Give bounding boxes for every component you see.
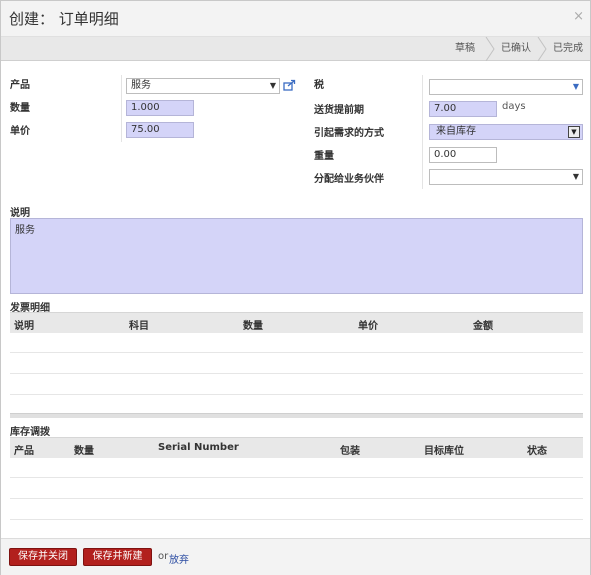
save-close-button[interactable]: 保存并关闭 (9, 548, 77, 566)
discard-link[interactable]: 放弃 (169, 551, 189, 566)
column-header-amount[interactable]: 金额 (473, 317, 493, 332)
assign-partner-select[interactable]: ▼ (429, 169, 583, 185)
column-header-packaging[interactable]: 包装 (340, 442, 360, 457)
procure-method-label: 引起需求的方式 (314, 128, 384, 139)
stock-moves-title: 库存调拨 (10, 427, 50, 438)
quantity-value: 1.000 (131, 102, 160, 113)
close-icon[interactable]: × (573, 9, 584, 24)
note-label: 说明 (10, 208, 30, 219)
invoice-lines-table: 说明 科目 数量 单价 金额 (10, 312, 583, 419)
status-stage-confirmed[interactable]: 已确认 (495, 37, 537, 61)
order-line-dialog: 创建： 订单明细 × 草稿 已确认 已完成 产品 数量 单价 服务 ▼ 1.00… (0, 0, 591, 575)
delay-label: 送货提前期 (314, 105, 364, 116)
left-field-separator (121, 75, 122, 142)
table-row (10, 333, 583, 353)
procure-method-select[interactable]: 来自库存 ▼ (429, 124, 583, 140)
stock-moves-header: 产品 数量 Serial Number 包装 目标库位 状态 (10, 437, 583, 458)
unit-price-field[interactable]: 75.00 (126, 122, 194, 138)
chevron-separator-icon (537, 37, 547, 61)
column-header-quantity[interactable]: 数量 (243, 317, 263, 332)
column-header-unit-price[interactable]: 单价 (358, 317, 378, 332)
column-header-quantity[interactable]: 数量 (74, 442, 94, 457)
chevron-down-icon: ▼ (572, 82, 579, 91)
note-textarea[interactable] (10, 218, 583, 294)
product-label: 产品 (10, 80, 30, 91)
delay-unit: days (502, 101, 526, 112)
column-header-product[interactable]: 产品 (14, 442, 34, 457)
unit-price-label: 单价 (10, 126, 30, 137)
external-link-icon[interactable] (283, 79, 296, 91)
column-header-description[interactable]: 说明 (14, 317, 34, 332)
delay-field[interactable]: 7.00 (429, 101, 497, 117)
product-select[interactable]: 服务 ▼ (126, 78, 280, 94)
status-stage-done[interactable]: 已完成 (547, 37, 589, 61)
status-bar: 草稿 已确认 已完成 (1, 37, 590, 61)
dialog-footer: 保存并关闭 保存并新建 or 放弃 (1, 538, 590, 575)
table-row (10, 458, 583, 478)
quantity-field[interactable]: 1.000 (126, 100, 194, 116)
assign-partner-label: 分配给业务伙伴 (314, 174, 384, 185)
column-header-destination-location[interactable]: 目标库位 (424, 442, 464, 457)
or-text: or (158, 551, 169, 562)
table-row (10, 500, 583, 520)
column-header-account[interactable]: 科目 (129, 317, 149, 332)
tax-select[interactable]: ▼ (429, 79, 583, 95)
column-header-state[interactable]: 状态 (527, 442, 547, 457)
procure-method-value: 来自库存 (436, 126, 476, 137)
chevron-separator-icon (485, 37, 495, 61)
unit-price-value: 75.00 (131, 124, 160, 135)
save-new-button[interactable]: 保存并新建 (83, 548, 152, 566)
delay-value: 7.00 (434, 103, 457, 114)
quantity-label: 数量 (10, 103, 30, 114)
weight-label: 重量 (314, 151, 334, 162)
right-field-separator (422, 75, 423, 189)
dialog-title: 创建： 订单明细 (9, 10, 119, 28)
table-row (10, 354, 583, 374)
table-footer (10, 413, 583, 418)
stock-moves-table: 产品 数量 Serial Number 包装 目标库位 状态 (10, 437, 583, 529)
dialog-titlebar: 创建： 订单明细 × (1, 1, 590, 37)
chevron-down-icon: ▼ (572, 172, 579, 181)
table-row (10, 479, 583, 499)
tax-label: 税 (314, 80, 324, 91)
status-stage-draft[interactable]: 草稿 (445, 37, 485, 61)
product-value: 服务 (131, 80, 151, 91)
column-header-serial-number[interactable]: Serial Number (158, 442, 239, 453)
invoice-lines-header: 说明 科目 数量 单价 金额 (10, 312, 583, 333)
chevron-down-icon: ▼ (269, 81, 276, 90)
dropdown-toggle-icon[interactable]: ▼ (568, 126, 580, 138)
weight-field[interactable]: 0.00 (429, 147, 497, 163)
table-row (10, 375, 583, 395)
weight-value: 0.00 (434, 149, 457, 160)
